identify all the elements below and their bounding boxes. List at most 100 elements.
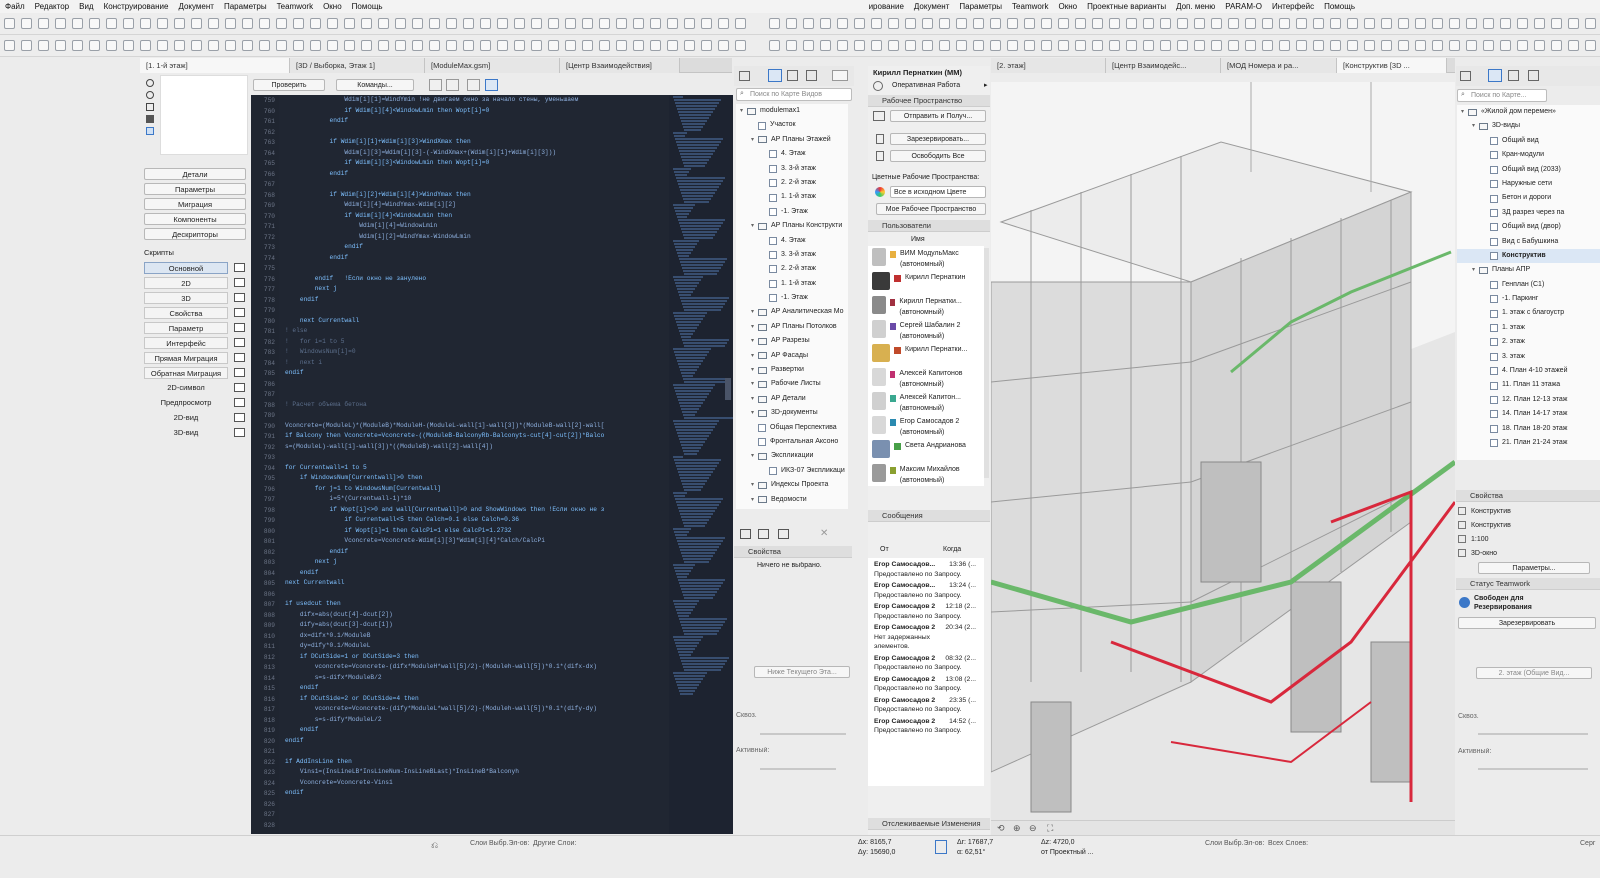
toolbar-tool-icon[interactable] (1415, 40, 1426, 51)
right-opacity-slider[interactable] (1478, 733, 1588, 735)
toolbar-tool-icon[interactable] (1551, 40, 1562, 51)
toolbar-tool-icon[interactable] (259, 18, 270, 29)
toolbar-tool-icon[interactable] (1398, 18, 1409, 29)
toolbar-tool-icon[interactable] (123, 18, 134, 29)
user-row[interactable]: Сергей Шабалин 2 (автономный) (868, 318, 984, 342)
toolbar-tool-icon[interactable] (582, 40, 593, 51)
code-line[interactable] (285, 389, 669, 400)
toolbar-tool-icon[interactable] (242, 18, 253, 29)
script-label[interactable]: 2D-символ (144, 382, 228, 394)
menu-left-item[interactable]: Teamwork (272, 2, 318, 11)
toolbar-tool-icon[interactable] (208, 40, 219, 51)
toolbar-tool-icon[interactable] (1109, 18, 1120, 29)
toolbar-tool-icon[interactable] (123, 40, 134, 51)
tree-item[interactable]: ▾ АР Фасады (736, 349, 848, 363)
message-item[interactable]: Егор Самосадов 2 20:34 (2... Нет задержанн… (874, 623, 984, 652)
color-select[interactable]: Все в исходном Цвете (890, 186, 986, 198)
toolbar-tool-icon[interactable] (429, 18, 440, 29)
code-line[interactable]: dy=dify*0.1/ModuleL (285, 641, 669, 652)
tree-item[interactable]: Вид с Бабушкина (1457, 235, 1600, 249)
right-window-tab[interactable]: [Конструктив [3D ... (1337, 58, 1447, 73)
toolbar-tool-icon[interactable] (1449, 40, 1460, 51)
toolbar-tool-icon[interactable] (922, 40, 933, 51)
code-line[interactable]: if Wdim[i][2]+Wdim[i][4]>WindYmax then (285, 190, 669, 201)
right-navigator-search[interactable]: ⌕ Поиск по Карте... (1457, 89, 1547, 102)
expand-arrow-icon[interactable]: ▾ (751, 320, 758, 334)
navigator-layer-button[interactable]: Ниже Текущего Эта... (754, 666, 850, 678)
right-reserve-button[interactable]: Зарезервировать (1458, 617, 1596, 629)
toolbar-tool-icon[interactable] (225, 18, 236, 29)
script-label[interactable]: Основной (144, 261, 228, 274)
code-line[interactable]: endif (285, 736, 669, 747)
code-line[interactable]: if DCutSide=2 or DCutSide=4 then (285, 694, 669, 705)
code-line[interactable]: ! next i (285, 358, 669, 369)
code-line[interactable]: Wdim[i][3]=Wdim[i][3]-(-WindXmax+(Wdim[i… (285, 148, 669, 159)
toolbar-tool-icon[interactable] (837, 40, 848, 51)
toolbar-tool-icon[interactable] (174, 18, 185, 29)
tree-item[interactable]: ▾ АР Разрезы (736, 334, 848, 348)
toolbar-tool-icon[interactable] (412, 18, 423, 29)
expand-arrow-icon[interactable]: ▾ (751, 377, 758, 391)
toolbar-tool-icon[interactable] (191, 40, 202, 51)
toolbar-tool-icon[interactable] (1313, 40, 1324, 51)
toolbar-tool-icon[interactable] (548, 40, 559, 51)
tree-item[interactable]: Общий вид (двор) (1457, 220, 1600, 234)
tree-item[interactable]: 18. План 18-20 этаж (1457, 422, 1600, 436)
toolbar-tool-icon[interactable] (1517, 40, 1528, 51)
menu-right-item[interactable]: Параметры (954, 2, 1007, 11)
tree-item[interactable]: 4. Этаж (736, 234, 848, 248)
toolbar-tool-icon[interactable] (497, 18, 508, 29)
code-line[interactable]: if Balcony then Vconcrete=Vconcrete-((Mo… (285, 431, 669, 442)
code-line[interactable]: endif (285, 295, 669, 306)
expand-arrow-icon[interactable]: ▾ (751, 406, 758, 420)
user-row[interactable]: Алексей Капитон... (автономный) (868, 390, 984, 414)
toolbar-tool-icon[interactable] (1177, 40, 1188, 51)
tree-item[interactable]: ▾ modulemax1 (736, 104, 848, 118)
toolbar-tool-icon[interactable] (871, 18, 882, 29)
message-item[interactable]: Егор Самосадов 2 13:08 (2... Предоставлено… (874, 675, 984, 694)
code-line[interactable] (285, 263, 669, 274)
tree-item[interactable]: Общий вид (2033) (1457, 163, 1600, 177)
toolbar-tool-icon[interactable] (1534, 40, 1545, 51)
code-line[interactable]: if Wopt[i]=1 then CalcPi=1 else CalcPi=1… (285, 526, 669, 537)
toolbar-tool-icon[interactable] (786, 18, 797, 29)
toolbar-tool-icon[interactable] (140, 40, 151, 51)
tree-item[interactable]: ▾ АР Планы Этажей (736, 133, 848, 147)
right-view-map-icon[interactable] (1488, 69, 1502, 82)
toolbar-tool-icon[interactable] (395, 18, 406, 29)
toolbar-tool-icon[interactable] (21, 18, 32, 29)
menu-left-item[interactable]: Редактор (30, 2, 74, 11)
toolbar-tool-icon[interactable] (1313, 18, 1324, 29)
toolbar-tool-icon[interactable] (1194, 18, 1205, 29)
toolbar-tool-icon[interactable] (89, 40, 100, 51)
expand-arrow-icon[interactable]: ▾ (751, 305, 758, 319)
code-line[interactable]: for j=1 to WindowsNum[Currentwall] (285, 484, 669, 495)
toolbar-tool-icon[interactable] (1347, 40, 1358, 51)
toolbar-tool-icon[interactable] (1381, 40, 1392, 51)
toolbar-tool-icon[interactable] (1500, 40, 1511, 51)
editor-scrollbar[interactable] (725, 378, 731, 400)
toolbar-tool-icon[interactable] (1483, 18, 1494, 29)
toolbar-tool-icon[interactable] (21, 40, 32, 51)
toolbar-tool-icon[interactable] (259, 40, 270, 51)
code-line[interactable]: Wdim[i][2]=WindYmax-WindowLmin (285, 232, 669, 243)
toolbar-tool-icon[interactable] (922, 18, 933, 29)
toolbar-tool-icon[interactable] (769, 18, 780, 29)
toolbar-tool-icon[interactable] (72, 18, 83, 29)
tree-item[interactable]: 12. План 12-13 этаж (1457, 393, 1600, 407)
script-row[interactable]: 3D (144, 290, 250, 305)
toolbar-tool-icon[interactable] (429, 40, 440, 51)
menu-left-item[interactable]: Помощь (347, 2, 388, 11)
toolbar-tool-icon[interactable] (344, 40, 355, 51)
navigator-search[interactable]: ⌕ Поиск по Карте Видов (736, 88, 852, 101)
toolbar-tool-icon[interactable] (565, 18, 576, 29)
toolbar-tool-icon[interactable] (1024, 18, 1035, 29)
toolbar-tool-icon[interactable] (1398, 40, 1409, 51)
tree-item[interactable]: ▾ Планы АПР (1457, 263, 1600, 277)
toolbar-tool-icon[interactable] (1160, 18, 1171, 29)
script-row[interactable]: Обратная Миграция (144, 365, 250, 380)
script-row[interactable]: Свойства (144, 305, 250, 320)
toolbar-tool-icon[interactable] (667, 18, 678, 29)
toolbar-tool-icon[interactable] (293, 40, 304, 51)
wall-tool-icon[interactable] (146, 103, 154, 111)
